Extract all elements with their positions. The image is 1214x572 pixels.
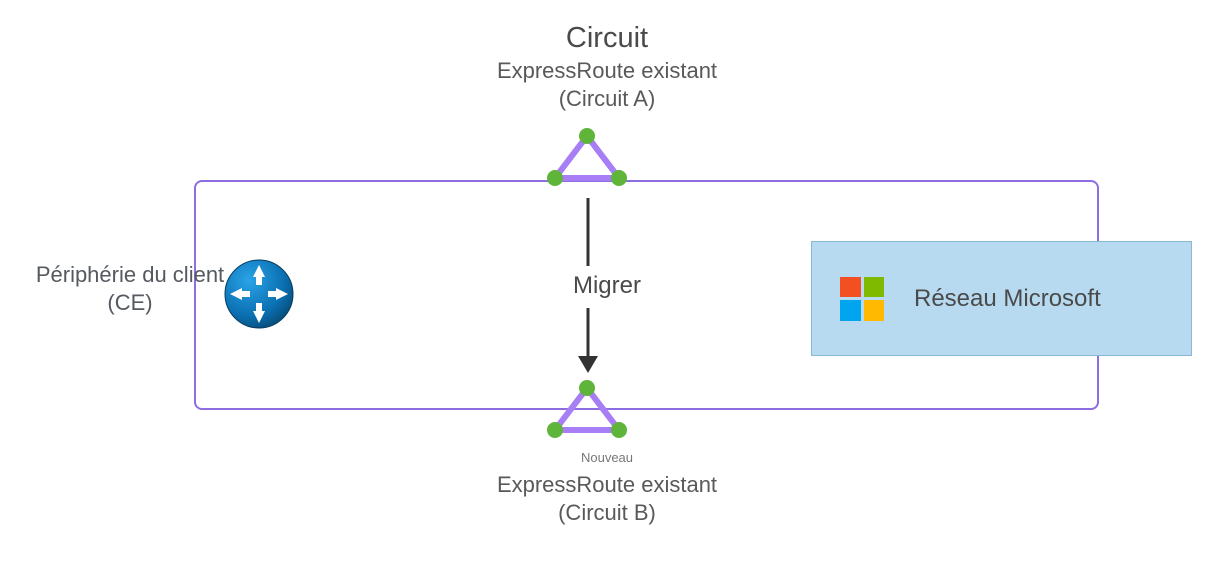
header-title: Circuit xyxy=(0,22,1214,55)
footer-subtitle: ExpressRoute existant xyxy=(0,472,1214,498)
router-icon xyxy=(224,259,294,329)
microsoft-network-label: Réseau Microsoft xyxy=(914,285,1101,313)
microsoft-logo-icon xyxy=(840,277,884,321)
customer-edge-label-line2: (CE) xyxy=(20,290,240,316)
header-circuit-label: (Circuit A) xyxy=(0,86,1214,112)
expressroute-circuit-b-icon xyxy=(547,380,627,440)
header-subtitle: ExpressRoute existant xyxy=(0,58,1214,84)
footer-new-tag: Nouveau xyxy=(0,450,1214,465)
microsoft-network-card: Réseau Microsoft xyxy=(811,241,1192,356)
footer-circuit-label: (Circuit B) xyxy=(0,500,1214,526)
customer-edge-label-line1: Périphérie du client xyxy=(20,262,240,288)
expressroute-circuit-a-icon xyxy=(547,128,627,188)
